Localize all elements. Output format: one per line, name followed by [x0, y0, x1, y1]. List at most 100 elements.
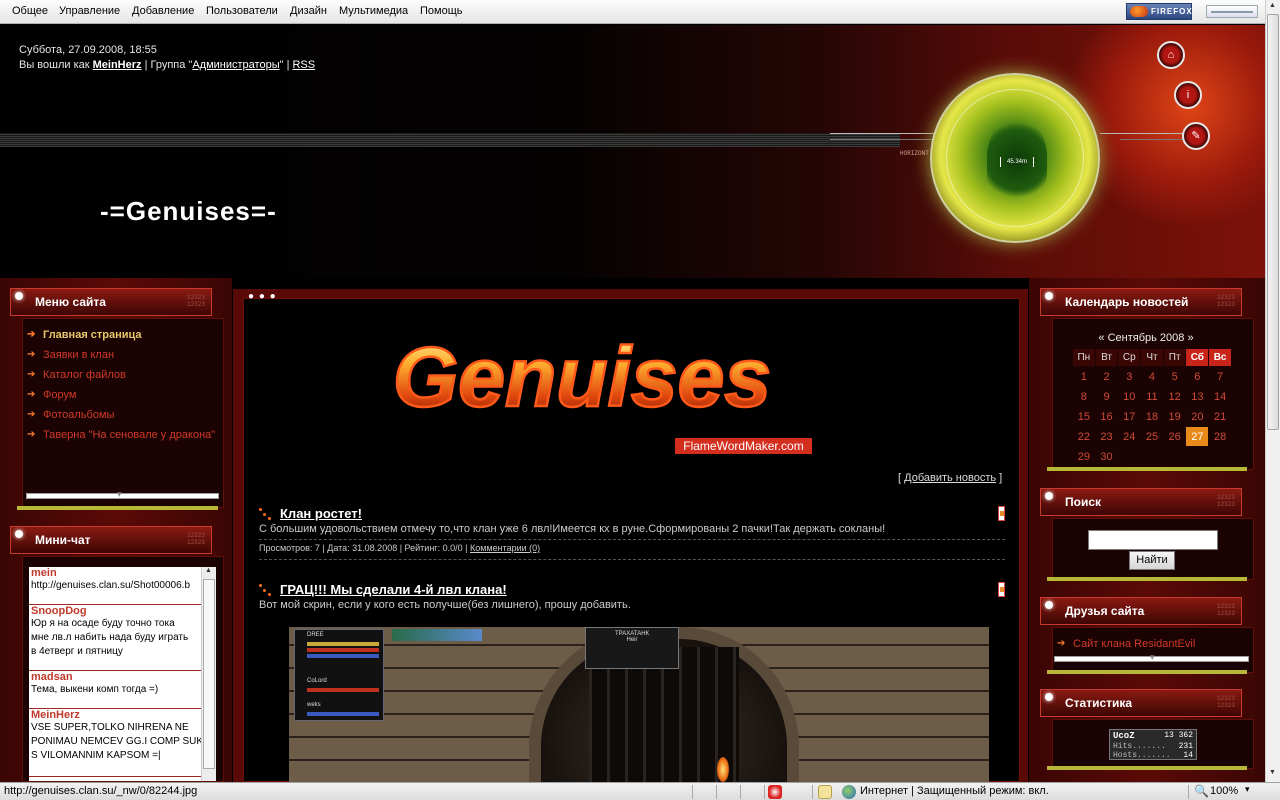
admin-menu-help[interactable]: Помощь [420, 5, 463, 17]
admin-menu-add[interactable]: Добавление [132, 5, 194, 17]
news-edit-icon[interactable] [998, 582, 1005, 597]
news-title-link[interactable]: Клан ростет! [280, 506, 362, 521]
page-scrollbar[interactable]: ▲ ▼ [1265, 0, 1280, 782]
calendar-day[interactable]: 10 [1118, 387, 1140, 406]
friends-scrollbar[interactable] [1054, 652, 1249, 663]
menu-item-photo-albums[interactable]: Фотоальбомы [27, 409, 115, 421]
calendar-day[interactable]: 1 [1073, 367, 1095, 386]
menu-item-clan-requests[interactable]: Заявки в клан [27, 349, 114, 361]
info-button[interactable]: i [1174, 81, 1202, 109]
toolbar-slider[interactable] [1206, 5, 1258, 18]
firefox-badge[interactable]: FIREFOX [1126, 3, 1192, 20]
scrollbar-thumb[interactable] [1267, 14, 1279, 430]
minichat-title: Мини-чат 12323 12323 [10, 526, 212, 554]
calendar-day[interactable]: 23 [1096, 427, 1118, 446]
site-menu-title: Меню сайта 12323 12323 [10, 288, 212, 316]
chat-message: MeinHerz VSE SUPER,TOLKO NIHRENA NE PONI… [29, 709, 215, 777]
calendar-day[interactable]: 22 [1073, 427, 1095, 446]
admin-menu-users[interactable]: Пользователи [206, 5, 278, 17]
calendar-day[interactable]: 17 [1118, 407, 1140, 426]
calendar-day[interactable]: 12 [1164, 387, 1186, 406]
calendar-day[interactable]: 25 [1141, 427, 1163, 446]
weekday-label: Вт [1095, 349, 1118, 366]
calendar-day[interactable]: 28 [1209, 427, 1231, 446]
calendar-day[interactable]: 4 [1141, 367, 1163, 386]
rss-link[interactable]: RSS [292, 59, 315, 71]
calendar-day[interactable]: 19 [1164, 407, 1186, 426]
scroll-down-icon[interactable]: ▼ [1269, 769, 1276, 776]
block-footer [1047, 467, 1247, 471]
calendar-day[interactable]: 5 [1164, 367, 1186, 386]
site-title: -=Genuises=- [100, 196, 277, 226]
friend-link-residantevil[interactable]: Сайт клана ResidantEvil [1057, 638, 1195, 650]
header-band [0, 133, 900, 147]
minichat-messages[interactable]: mein http://genuises.clan.su/Shot00006.b… [29, 567, 215, 781]
menu-item-home[interactable]: Главная страница [27, 329, 141, 341]
admin-menu-manage[interactable]: Управление [59, 5, 120, 17]
chat-author[interactable]: madsan [29, 671, 215, 683]
calendar-day[interactable]: 7 [1209, 367, 1231, 386]
calendar-day[interactable]: 9 [1096, 387, 1118, 406]
calendar-day-today[interactable]: 27 [1186, 427, 1209, 446]
edit-button[interactable]: ✎ [1182, 122, 1210, 150]
chat-scrollbar[interactable]: ▲ [201, 567, 216, 781]
username-link[interactable]: MeinHerz [93, 59, 142, 71]
zoom-icon[interactable]: 🔍 [1194, 784, 1209, 798]
popup-blocker-icon[interactable] [768, 785, 782, 799]
game-screenshot[interactable]: DREE CoLord weks ТРАХАТАНК Heir [289, 627, 989, 782]
menu-item-tavern[interactable]: Таверна "На сеновале у дракона" [27, 429, 215, 441]
calendar-day[interactable]: 26 [1164, 427, 1186, 446]
chat-scroll-up-icon[interactable]: ▲ [205, 567, 212, 574]
flamewordmaker-link[interactable]: FlameWordMaker.com [675, 438, 812, 454]
edit-icon: ✎ [1191, 130, 1201, 142]
chat-author[interactable]: MeinHerz [29, 709, 215, 721]
calendar-day[interactable]: 24 [1118, 427, 1140, 446]
group-link[interactable]: Администраторы [192, 59, 279, 71]
chat-scroll-thumb[interactable] [203, 579, 215, 769]
chat-author[interactable]: SnoopDog [29, 605, 215, 617]
home-button[interactable]: ⌂ [1157, 41, 1185, 69]
calendar-next[interactable]: » [1187, 332, 1193, 344]
zoom-level[interactable]: 100% [1210, 785, 1238, 797]
chat-author[interactable]: mein [29, 567, 215, 579]
admin-menu-multimedia[interactable]: Мультимедиа [339, 5, 408, 17]
menu-scrollbar[interactable] [26, 489, 219, 500]
browser-status-bar: http://genuises.clan.su/_nw/0/82244.jpg … [0, 782, 1280, 800]
calendar-day[interactable]: 29 [1073, 447, 1095, 466]
menu-item-file-catalog[interactable]: Каталог файлов [27, 369, 126, 381]
calendar-day[interactable]: 14 [1209, 387, 1231, 406]
game-target-window: ТРАХАТАНК Heir [585, 627, 679, 669]
news-title-link[interactable]: ГРАЦ!!! Мы сделали 4-й лвл клана! [280, 582, 507, 597]
friends-title: Друзья сайта 12323 12323 [1040, 597, 1242, 625]
calendar-day[interactable]: 11 [1141, 387, 1163, 406]
calendar-day[interactable]: 6 [1186, 367, 1208, 386]
calendar-day[interactable]: 16 [1096, 407, 1118, 426]
weekday-label: Ср [1118, 349, 1141, 366]
calendar-day[interactable]: 15 [1073, 407, 1095, 426]
calendar-nav: « Сентябрь 2008 » [1046, 332, 1246, 344]
admin-menu-design[interactable]: Дизайн [290, 5, 327, 17]
calendar-prev[interactable]: « [1098, 332, 1104, 344]
firefox-icon [1130, 6, 1148, 17]
security-icon[interactable] [818, 785, 832, 799]
calendar-day[interactable]: 30 [1096, 447, 1118, 466]
calendar-day[interactable]: 18 [1141, 407, 1163, 426]
calendar-day[interactable]: 13 [1186, 387, 1208, 406]
calendar-day[interactable]: 8 [1073, 387, 1095, 406]
scroll-up-icon[interactable]: ▲ [1269, 2, 1276, 9]
admin-menu-general[interactable]: Общее [12, 5, 48, 17]
add-news-link[interactable]: Добавить новость [904, 472, 996, 484]
news-comments-link[interactable]: Комментарии (0) [470, 543, 540, 553]
search-input[interactable] [1088, 530, 1218, 550]
zoom-dropdown-icon[interactable]: ▾ [1245, 784, 1250, 795]
news-edit-icon[interactable] [998, 506, 1005, 521]
security-zone[interactable]: Интернет | Защищенный режим: вкл. [860, 785, 1049, 797]
calendar-day[interactable]: 3 [1118, 367, 1140, 386]
menu-item-forum[interactable]: Форум [27, 389, 77, 401]
calendar-day[interactable]: 2 [1096, 367, 1118, 386]
search-button[interactable]: Найти [1129, 551, 1175, 570]
calendar-day[interactable]: 20 [1186, 407, 1208, 426]
calendar-day[interactable]: 21 [1209, 407, 1231, 426]
admin-toolbar: Общее Управление Добавление Пользователи… [0, 0, 1265, 24]
ucoz-counter[interactable]: UcoZ 13 362 Hits....... 231 Hosts....... 14 [1109, 729, 1197, 760]
